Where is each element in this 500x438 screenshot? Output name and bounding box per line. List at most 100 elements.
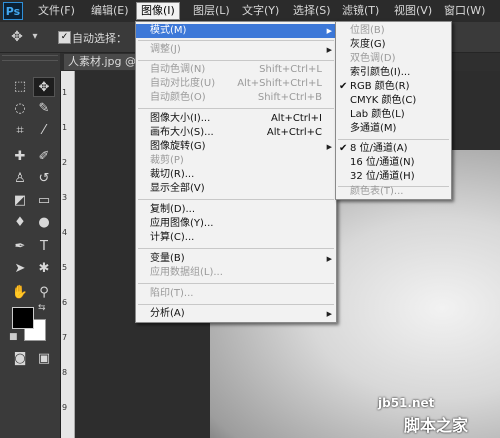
pen-tool-icon[interactable]: ✒ bbox=[9, 237, 31, 257]
menu-item-apply-data-set[interactable]: 应用数据组(L)... bbox=[136, 266, 336, 280]
ruler-mark: 1 bbox=[62, 123, 68, 132]
eraser-tool-icon[interactable]: ◩ bbox=[9, 191, 31, 211]
zoom-tool-icon[interactable]: ⚲ bbox=[33, 283, 55, 303]
mode-item-lab[interactable]: Lab 颜色(L) bbox=[336, 108, 451, 122]
eyedropper-tool-icon[interactable]: ⁄ bbox=[33, 121, 55, 141]
mode-item-rgb[interactable]: ✔ RGB 颜色(R) bbox=[336, 80, 451, 94]
mode-item-8bit[interactable]: ✔ 8 位/通道(A) bbox=[336, 142, 451, 156]
menu-item-mode[interactable]: 模式(M) ▶ bbox=[136, 24, 336, 38]
lasso-tool-icon[interactable]: ◌ bbox=[9, 99, 31, 119]
ruler-mark: 6 bbox=[62, 298, 68, 307]
menu-item-apply-image[interactable]: 应用图像(Y)... bbox=[136, 217, 336, 231]
history-brush-icon[interactable]: ↺ bbox=[33, 169, 55, 189]
menu-separator bbox=[138, 283, 334, 284]
checkmark-icon: ✔ bbox=[339, 81, 348, 92]
menu-separator bbox=[338, 139, 449, 140]
menu-view[interactable]: 视图(V) bbox=[390, 3, 436, 19]
tool-preset-dropdown-icon[interactable]: ▾ bbox=[30, 28, 40, 46]
mode-item-indexed-color[interactable]: 索引颜色(I)... bbox=[336, 66, 451, 80]
dodge-tool-icon[interactable]: ● bbox=[33, 213, 55, 233]
ruler-mark: 9 bbox=[62, 403, 68, 412]
ruler-mark: 4 bbox=[62, 228, 68, 237]
submenu-arrow-icon: ▶ bbox=[326, 143, 332, 151]
menu-window[interactable]: 窗口(W) bbox=[440, 3, 489, 19]
menu-item-calculations[interactable]: 计算(C)... bbox=[136, 231, 336, 245]
default-colors-icon[interactable]: ■ bbox=[9, 332, 18, 342]
menu-separator bbox=[138, 40, 334, 41]
menu-item-auto-contrast[interactable]: 自动对比度(U) Alt+Shift+Ctrl+L bbox=[136, 77, 336, 91]
menu-separator bbox=[138, 304, 334, 305]
menu-item-canvas-size[interactable]: 画布大小(S)... Alt+Ctrl+C bbox=[136, 126, 336, 140]
mode-item-32bit[interactable]: 32 位/通道(H) bbox=[336, 170, 451, 184]
marquee-tool-icon[interactable]: ⬚ bbox=[9, 77, 31, 97]
menu-bar: Ps 文件(F) 编辑(E) 图像(I) 图层(L) 文字(Y) 选择(S) 滤… bbox=[0, 0, 500, 22]
watermark-url: jb51.net bbox=[378, 396, 435, 410]
menu-item-auto-color[interactable]: 自动颜色(O) Shift+Ctrl+B bbox=[136, 91, 336, 105]
ruler-mark: 5 bbox=[62, 263, 68, 272]
brush-tool-icon[interactable]: ✐ bbox=[33, 147, 55, 167]
gradient-tool-icon[interactable]: ▭ bbox=[33, 191, 55, 211]
menu-item-image-size[interactable]: 图像大小(I)... Alt+Ctrl+I bbox=[136, 112, 336, 126]
watermark-text: 脚本之家 bbox=[404, 416, 469, 435]
mode-item-duotone[interactable]: 双色调(D) bbox=[336, 52, 451, 66]
mode-item-multichannel[interactable]: 多通道(M) bbox=[336, 122, 451, 136]
submenu-arrow-icon: ▶ bbox=[326, 46, 332, 54]
image-menu-dropdown: 模式(M) ▶ 调整(J) ▶ 自动色调(N) Shift+Ctrl+L 自动对比度(… bbox=[135, 21, 337, 323]
menu-select[interactable]: 选择(S) bbox=[289, 3, 335, 19]
quick-mask-icon[interactable]: ◙ bbox=[9, 349, 31, 369]
path-select-icon[interactable]: ➤ bbox=[9, 259, 31, 279]
clone-stamp-icon[interactable]: ♙ bbox=[9, 169, 31, 189]
menu-separator bbox=[138, 60, 334, 61]
menu-separator bbox=[138, 199, 334, 200]
menu-item-duplicate[interactable]: 复制(D)... bbox=[136, 203, 336, 217]
menu-item-reveal-all[interactable]: 显示全部(V) bbox=[136, 182, 336, 196]
menu-item-trim[interactable]: 裁切(R)... bbox=[136, 168, 336, 182]
mode-item-color-table[interactable]: 颜色表(T)... bbox=[336, 185, 451, 199]
auto-select-checkbox[interactable]: ✓ bbox=[58, 31, 71, 44]
toolbox-grip[interactable] bbox=[2, 55, 58, 61]
menu-item-variables[interactable]: 变量(B) ▶ bbox=[136, 252, 336, 266]
move-tool-icon[interactable]: ✥ bbox=[33, 77, 55, 97]
shape-tool-icon[interactable]: ✱ bbox=[33, 259, 55, 279]
menu-image[interactable]: 图像(I) bbox=[136, 2, 180, 20]
mode-item-cmyk[interactable]: CMYK 颜色(C) bbox=[336, 94, 451, 108]
document-tab[interactable]: 人素材.jpg @ bbox=[64, 54, 146, 70]
menu-item-auto-tone[interactable]: 自动色调(N) Shift+Ctrl+L bbox=[136, 63, 336, 77]
quick-select-tool-icon[interactable]: ✎ bbox=[33, 99, 55, 119]
mode-item-16bit[interactable]: 16 位/通道(N) bbox=[336, 156, 451, 170]
foreground-color-swatch[interactable] bbox=[12, 307, 34, 329]
checkmark-icon: ✔ bbox=[339, 143, 348, 154]
menu-type[interactable]: 文字(Y) bbox=[238, 3, 283, 19]
menu-item-crop[interactable]: 裁剪(P) bbox=[136, 154, 336, 168]
menu-separator bbox=[138, 108, 334, 109]
swap-colors-icon[interactable]: ⇆ bbox=[38, 303, 46, 313]
mode-item-grayscale[interactable]: 灰度(G) bbox=[336, 38, 451, 52]
menu-filter[interactable]: 滤镜(T) bbox=[338, 3, 383, 19]
menu-file[interactable]: 文件(F) bbox=[34, 3, 79, 19]
menu-edit[interactable]: 编辑(E) bbox=[87, 3, 133, 19]
menu-item-trap[interactable]: 陷印(T)... bbox=[136, 287, 336, 301]
hand-tool-icon[interactable]: ✋ bbox=[9, 283, 31, 303]
menu-item-adjust[interactable]: 调整(J) ▶ bbox=[136, 43, 336, 57]
screen-mode-icon[interactable]: ▣ bbox=[33, 349, 55, 369]
type-tool-icon[interactable]: T bbox=[33, 237, 55, 257]
submenu-arrow-icon: ▶ bbox=[326, 310, 332, 318]
blur-tool-icon[interactable]: ♦ bbox=[9, 213, 31, 233]
mode-item-bitmap[interactable]: 位图(B) bbox=[336, 24, 451, 38]
ruler-mark: 1 bbox=[62, 88, 68, 97]
menu-item-image-rotation[interactable]: 图像旋转(G) ▶ bbox=[136, 140, 336, 154]
ruler-mark: 7 bbox=[62, 333, 68, 342]
move-tool-icon[interactable]: ✥ bbox=[4, 28, 30, 46]
auto-select-label: 自动选择： bbox=[72, 32, 127, 45]
menu-separator bbox=[138, 248, 334, 249]
submenu-arrow-icon: ▶ bbox=[326, 255, 332, 263]
ruler-mark: 2 bbox=[62, 158, 68, 167]
mode-submenu: 位图(B) 灰度(G) 双色调(D) 索引颜色(I)... ✔ RGB 颜色(R)… bbox=[335, 21, 452, 200]
menu-layer[interactable]: 图层(L) bbox=[189, 3, 234, 19]
menu-item-analysis[interactable]: 分析(A) ▶ bbox=[136, 307, 336, 321]
crop-tool-icon[interactable]: ⌗ bbox=[9, 121, 31, 141]
healing-brush-icon[interactable]: ✚ bbox=[9, 147, 31, 167]
submenu-arrow-icon: ▶ bbox=[326, 27, 332, 35]
ruler-mark: 8 bbox=[62, 368, 68, 377]
ruler-mark: 3 bbox=[62, 193, 68, 202]
